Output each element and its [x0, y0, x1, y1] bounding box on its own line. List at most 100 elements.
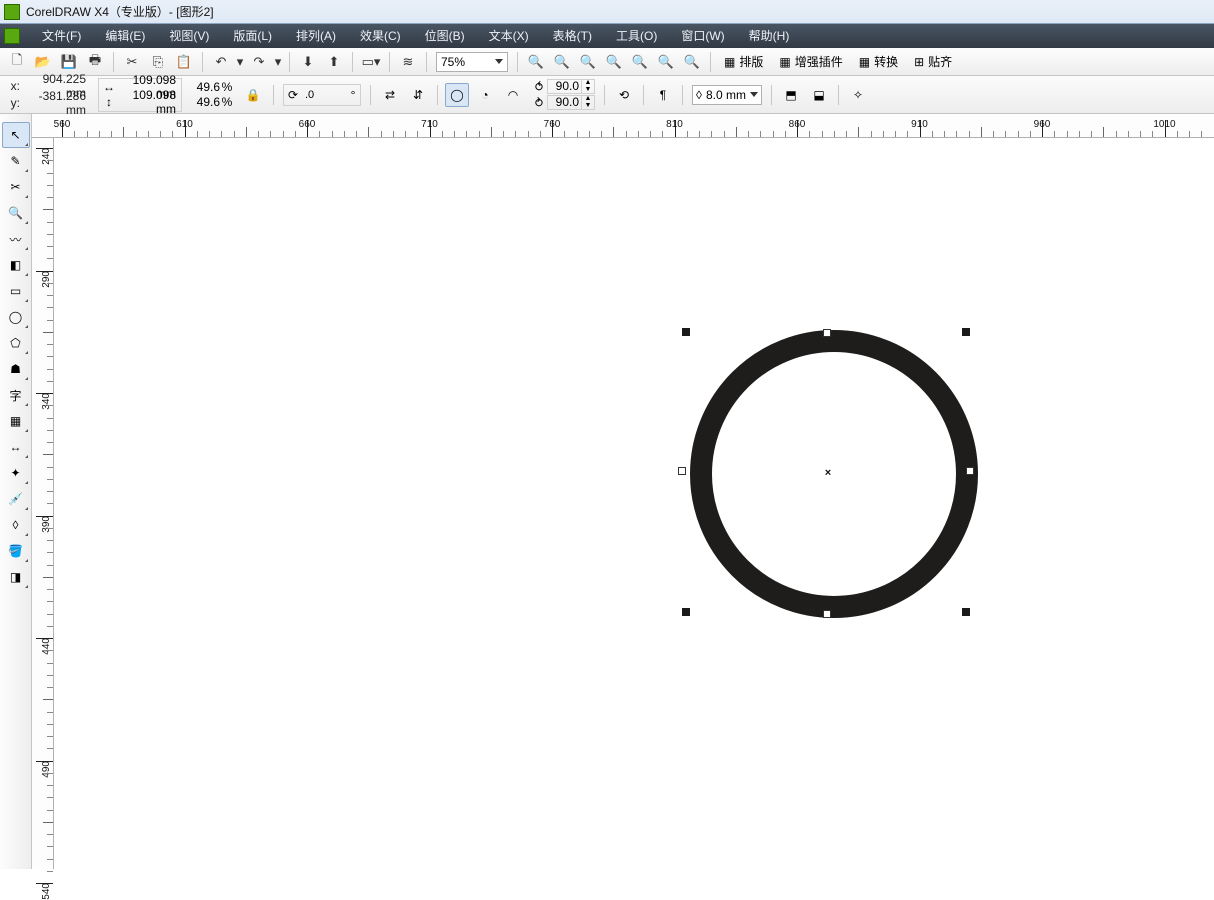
selection-handle-tl[interactable] [682, 328, 690, 336]
arc-end-value[interactable]: 90.0 [547, 95, 581, 110]
menu-text[interactable]: 文本(X) [477, 24, 541, 48]
rotation-input[interactable]: ⟳ .0 ° [283, 84, 361, 106]
lock-ratio-button[interactable]: 🔒 [242, 80, 264, 110]
mirror-h-button[interactable]: ⇄ [378, 83, 402, 107]
print-button[interactable]: 🖶 [83, 50, 107, 74]
tool-dimension[interactable]: ↔ [2, 434, 30, 460]
ruler-horizontal[interactable]: 5606106607107608108609109601010106011101… [32, 114, 1214, 138]
tool-polygon[interactable]: ⬠ [2, 330, 30, 356]
selection-handle-tm[interactable] [823, 329, 831, 337]
tool-zoom[interactable]: 🔍 [2, 200, 30, 226]
tool-ellipse[interactable]: ◯ [2, 304, 30, 330]
menu-table[interactable]: 表格(T) [541, 24, 604, 48]
tool-rectangle[interactable]: ▭ [2, 278, 30, 304]
redo-drop[interactable]: ▾ [273, 50, 283, 74]
selection-handle-mr[interactable] [966, 467, 974, 475]
zoom-selection-button[interactable]: 🔍 [576, 50, 600, 74]
ellipse-mode-button[interactable]: ◯ [445, 83, 469, 107]
zoom-page-button[interactable]: 🔍 [628, 50, 652, 74]
export-button[interactable]: ⬆ [322, 50, 346, 74]
zoom-out-button[interactable]: 🔍 [550, 50, 574, 74]
tool-interactive[interactable]: ✦ [2, 460, 30, 486]
tool-basic-shape[interactable]: ☗ [2, 356, 30, 382]
tool-shape[interactable]: ✎ [2, 148, 30, 174]
panel-snap-button[interactable]: ⊞贴齐 [907, 50, 959, 74]
import-button[interactable]: ⬇ [296, 50, 320, 74]
tool-crop[interactable]: ✂ [2, 174, 30, 200]
menu-help[interactable]: 帮助(H) [737, 24, 802, 48]
mirror-v-button[interactable]: ⇵ [406, 83, 430, 107]
zoom-height-button[interactable]: 🔍 [680, 50, 704, 74]
outline-width-select[interactable]: ◊ 8.0 mm [692, 85, 762, 105]
menu-layout[interactable]: 版面(L) [221, 24, 284, 48]
tool-table[interactable]: ▦ [2, 408, 30, 434]
arc-mode-button[interactable]: ◠ [501, 83, 525, 107]
zoom-all-button[interactable]: 🔍 [602, 50, 626, 74]
toolbox: ↖✎✂🔍〰◧▭◯⬠☗字▦↔✦💉◊🪣◨ [0, 114, 32, 869]
menu-window[interactable]: 窗口(W) [669, 24, 736, 48]
new-button[interactable]: 🗋 [5, 50, 29, 74]
menu-bitmaps[interactable]: 位图(B) [413, 24, 477, 48]
tool-smartfill[interactable]: ◧ [2, 252, 30, 278]
wrap-text-button[interactable]: ¶ [651, 83, 675, 107]
save-button[interactable]: 💾 [57, 50, 81, 74]
panel-convert-button[interactable]: ▦转换 [852, 50, 905, 74]
selection-handle-br[interactable] [962, 608, 970, 616]
scale-y-value[interactable]: 49.6 [190, 95, 220, 109]
undo-button[interactable]: ↶ [209, 50, 233, 74]
tool-eyedropper[interactable]: 💉 [2, 486, 30, 512]
size-block: ↔109.098 mm ↕109.098 mm [98, 78, 182, 112]
selection-handle-bm[interactable] [823, 610, 831, 618]
menu-edit[interactable]: 编辑(E) [93, 24, 157, 48]
paste-button[interactable]: 📋 [172, 50, 196, 74]
arc-start-value[interactable]: 90.0 [547, 79, 581, 94]
separator [604, 85, 605, 105]
tool-outline[interactable]: ◊ [2, 512, 30, 538]
pie-mode-button[interactable]: ◔ [473, 83, 497, 107]
selection-handle-tr[interactable] [962, 328, 970, 336]
welcome-button[interactable]: ≋ [396, 50, 420, 74]
title-bar: CorelDRAW X4（专业版）- [图形2] [0, 0, 1214, 24]
separator [370, 85, 371, 105]
menu-arrange[interactable]: 排列(A) [284, 24, 348, 48]
cut-button[interactable]: ✂ [120, 50, 144, 74]
tool-fill[interactable]: 🪣 [2, 538, 30, 564]
separator [289, 52, 290, 72]
tool-text[interactable]: 字 [2, 382, 30, 408]
selected-ellipse-object[interactable] [690, 330, 978, 618]
to-back-button[interactable]: ⬓ [807, 83, 831, 107]
arc-direction-button[interactable]: ⟲ [612, 83, 636, 107]
menu-file[interactable]: 文件(F) [30, 24, 93, 48]
tool-freehand[interactable]: 〰 [2, 226, 30, 252]
spinner[interactable]: ▲▼ [581, 79, 595, 94]
redo-button[interactable]: ↷ [247, 50, 271, 74]
to-front-button[interactable]: ⬒ [779, 83, 803, 107]
app-launcher-button[interactable]: ▭▾ [359, 50, 383, 74]
zoom-in-button[interactable]: 🔍 [524, 50, 548, 74]
tool-interactive-fill[interactable]: ◨ [2, 564, 30, 590]
menu-bar: 文件(F) 编辑(E) 视图(V) 版面(L) 排列(A) 效果(C) 位图(B… [0, 24, 1214, 48]
doc-icon[interactable] [4, 28, 20, 44]
spinner[interactable]: ▲▼ [581, 95, 595, 110]
convert-curves-button[interactable]: ✧ [846, 83, 870, 107]
panel-layout-button[interactable]: ▦排版 [717, 50, 770, 74]
selection-center-marker[interactable]: × [825, 467, 831, 479]
canvas[interactable]: × [54, 138, 1214, 869]
scale-x-value[interactable]: 49.6 [190, 80, 220, 94]
menu-effects[interactable]: 效果(C) [348, 24, 413, 48]
menu-view[interactable]: 视图(V) [157, 24, 221, 48]
zoom-select[interactable]: 75% [436, 52, 508, 72]
selection-handle-ml[interactable] [678, 467, 686, 475]
height-value[interactable]: 109.098 mm [116, 88, 178, 116]
selection-handle-bl[interactable] [682, 608, 690, 616]
undo-drop[interactable]: ▾ [235, 50, 245, 74]
menu-tools[interactable]: 工具(O) [604, 24, 669, 48]
tool-pick[interactable]: ↖ [2, 122, 30, 148]
ruler-vertical[interactable]: 240290340390440490540 [32, 138, 54, 869]
rotation-value[interactable]: .0 [302, 89, 346, 101]
copy-button[interactable]: ⎘ [146, 50, 170, 74]
zoom-width-button[interactable]: 🔍 [654, 50, 678, 74]
open-button[interactable]: 📂 [31, 50, 55, 74]
y-value[interactable]: -381.286 mm [20, 89, 88, 117]
panel-plugins-button[interactable]: ▦增强插件 [772, 50, 849, 74]
